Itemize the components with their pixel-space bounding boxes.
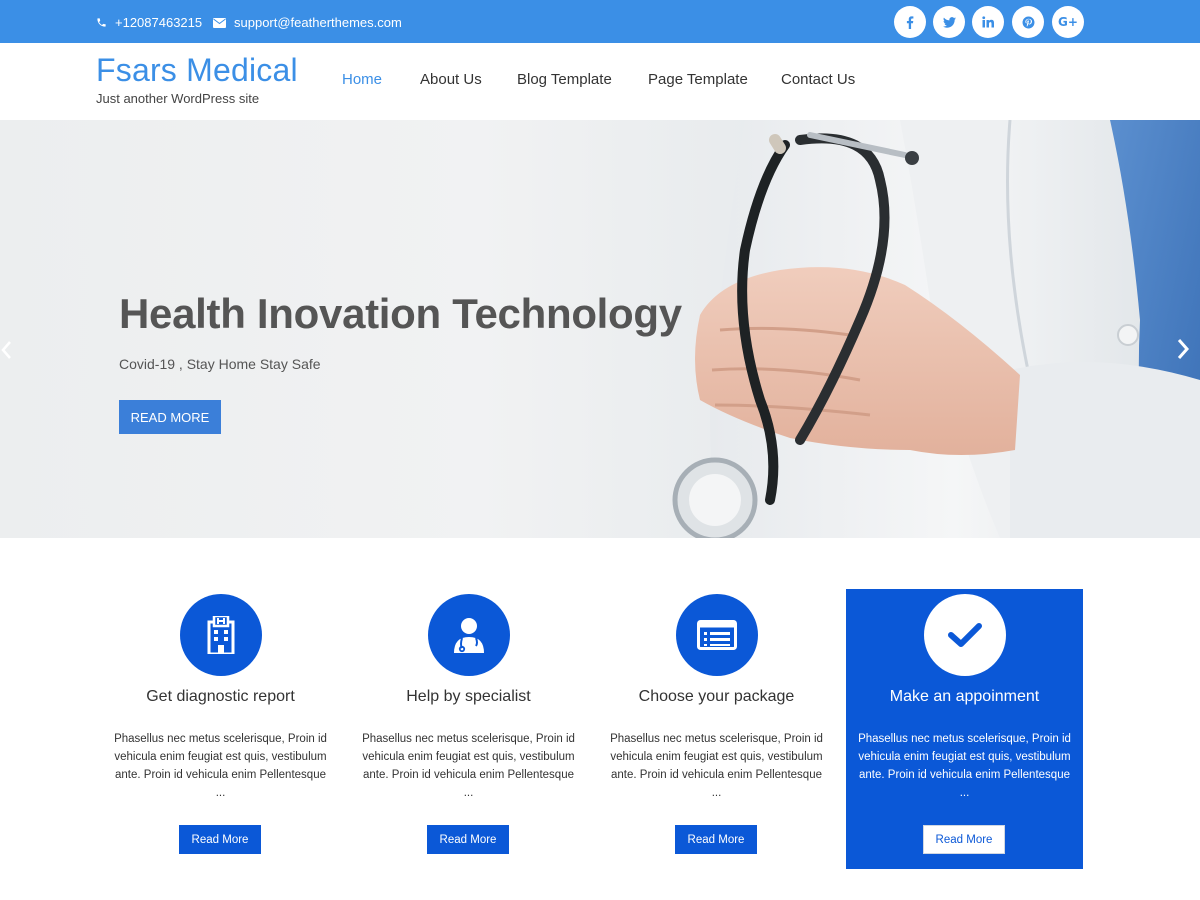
site-tagline: Just another WordPress site [96, 91, 260, 106]
pinterest-link[interactable] [1012, 6, 1044, 38]
facebook-icon [906, 15, 914, 29]
feature-icon-circle [924, 594, 1006, 676]
feature-icon-circle [180, 594, 262, 676]
slider-prev-arrow-icon[interactable] [0, 340, 12, 360]
list-card-icon [697, 620, 737, 650]
feature-read-more-button[interactable]: Read More [179, 825, 261, 854]
feature-description: Phasellus nec metus scelerisque, Proin i… [362, 733, 575, 799]
feature-read-more-button[interactable]: Read More [675, 825, 757, 854]
hero-slider: Health Inovation Technology Covid-19 , S… [0, 120, 1200, 538]
hospital-icon [207, 616, 235, 654]
hero-subtitle: Covid-19 , Stay Home Stay Safe [119, 356, 321, 372]
google-plus-link[interactable]: G+ [1052, 6, 1084, 38]
feature-description: Phasellus nec metus scelerisque, Proin i… [610, 733, 823, 799]
feature-card-specialist: Help by specialist Phasellus nec metus s… [350, 589, 587, 869]
hero-title: Health Inovation Technology [119, 290, 682, 337]
email-address: support@featherthemes.com [234, 15, 402, 30]
nav-about-us[interactable]: About Us [420, 71, 482, 88]
linkedin-link[interactable] [972, 6, 1004, 38]
feature-read-more-button[interactable]: Read More [923, 825, 1005, 854]
feature-card-appointment: Make an appoinment Phasellus nec metus s… [846, 589, 1083, 869]
envelope-icon [213, 17, 226, 28]
feature-title: Choose your package [638, 688, 795, 705]
site-title[interactable]: Fsars Medical [96, 52, 298, 89]
feature-icon-circle [428, 594, 510, 676]
google-plus-icon: G+ [1058, 15, 1078, 29]
feature-card-diagnostic: Get diagnostic report Phasellus nec metu… [102, 589, 339, 869]
feature-icon-circle [676, 594, 758, 676]
nav-home[interactable]: Home [342, 71, 382, 88]
nav-blog-template[interactable]: Blog Template [517, 71, 612, 88]
feature-title: Make an appoinment [889, 688, 1040, 705]
feature-read-more-button[interactable]: Read More [427, 825, 509, 854]
feature-description: Phasellus nec metus scelerisque, Proin i… [858, 733, 1071, 799]
twitter-icon [942, 16, 956, 28]
slider-next-arrow-icon[interactable] [1176, 338, 1190, 360]
feature-title: Get diagnostic report [146, 688, 295, 705]
feature-title: Help by specialist [406, 688, 531, 705]
feature-description: Phasellus nec metus scelerisque, Proin i… [114, 733, 327, 799]
phone-number: +12087463215 [115, 15, 203, 30]
site-header: Fsars Medical Just another WordPress sit… [0, 43, 1200, 120]
email-contact[interactable]: support@featherthemes.com [213, 15, 402, 30]
pinterest-icon [1022, 16, 1034, 28]
phone-contact[interactable]: +12087463215 [96, 15, 202, 30]
nav-page-template[interactable]: Page Template [648, 71, 748, 88]
phone-icon [97, 18, 106, 27]
facebook-link[interactable] [894, 6, 926, 38]
feature-card-package: Choose your package Phasellus nec metus … [598, 589, 835, 869]
hero-read-more-button[interactable]: READ MORE [119, 400, 221, 434]
top-bar: +12087463215 support@featherthemes.com G… [0, 0, 1200, 43]
twitter-link[interactable] [933, 6, 965, 38]
linkedin-icon [982, 16, 994, 28]
checkmark-icon [948, 623, 982, 647]
doctor-icon [454, 618, 484, 653]
nav-contact-us[interactable]: Contact Us [781, 71, 855, 88]
